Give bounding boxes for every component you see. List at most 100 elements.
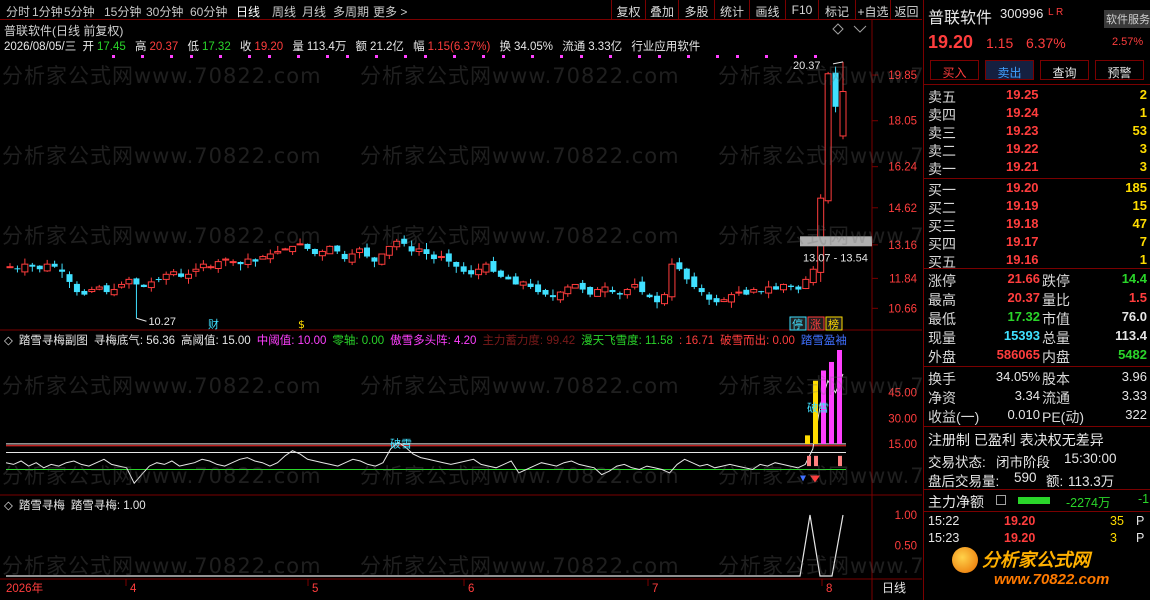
candle-body: [490, 261, 497, 272]
fin-value: 3.33: [1121, 388, 1147, 403]
separator: [924, 511, 1150, 512]
candle-body: [676, 262, 683, 270]
candle-body: [170, 271, 178, 276]
ind1-bar: [805, 435, 810, 444]
toolbar-button[interactable]: 复权: [611, 0, 645, 20]
candle-body: [706, 294, 713, 300]
indicator2-collapse-icon[interactable]: ◇: [4, 500, 13, 512]
signal-dot: [170, 55, 173, 58]
separator: [924, 426, 1150, 427]
timeframe-tab[interactable]: 1分钟: [32, 3, 63, 20]
candle-body: [147, 281, 155, 289]
candle-body: [185, 273, 192, 279]
book-label: 卖二: [928, 143, 956, 159]
candle-body: [364, 247, 370, 257]
candle-body: [691, 276, 698, 287]
candle-body: [713, 298, 720, 303]
toolbar-button[interactable]: +自选: [855, 0, 890, 20]
indicator1-item: 中阈值: 10.00: [256, 335, 327, 347]
x-tick-label: 7: [652, 583, 658, 595]
toolbar-button[interactable]: 叠加: [645, 0, 678, 20]
indicator1-item: 破雪而出: 0.00: [720, 335, 795, 347]
indicator1-item: 高阈值: 15.00: [181, 335, 251, 347]
candle-body: [385, 245, 393, 256]
sector-tag[interactable]: 软件服务: [1104, 10, 1150, 28]
timeframe-tab[interactable]: 月线: [302, 3, 326, 20]
candle-body: [103, 285, 110, 293]
candle-body: [720, 299, 728, 303]
candle-body: [356, 248, 364, 253]
timeframe-tab[interactable]: 日线: [236, 3, 260, 20]
indicator2-name: 踏雪寻梅: [18, 500, 65, 512]
event-badge-label: 榜: [828, 317, 839, 331]
candle-body: [743, 289, 750, 295]
candle-body: [497, 270, 504, 277]
indicator1-collapse-icon[interactable]: ◇: [4, 335, 13, 347]
x-tick-label: 5: [312, 583, 318, 595]
candle-body: [482, 263, 490, 273]
fin-value: 3.96: [1121, 369, 1147, 384]
stat-label: 总量: [1042, 330, 1070, 346]
amt-value: 21.2亿: [370, 41, 404, 53]
timeframe-tab[interactable]: 30分钟: [146, 3, 183, 20]
signal-dot: [814, 55, 817, 58]
separator: [924, 366, 1150, 367]
candle-body: [334, 245, 341, 252]
ind1-pillar: [814, 455, 818, 467]
event-badge-label: 停: [792, 317, 803, 331]
book-label: 买一: [928, 182, 956, 198]
separator: [924, 178, 1150, 179]
candle-body: [556, 291, 564, 301]
mainflow-detail-icon[interactable]: [996, 495, 1006, 505]
candle-body: [110, 289, 118, 296]
stat-value: 1.5: [1128, 290, 1147, 305]
toolbar-button[interactable]: 统计: [714, 0, 749, 20]
range-box: [800, 236, 872, 247]
candle-body: [780, 283, 787, 291]
timeframe-tab[interactable]: 更多 >: [373, 3, 407, 20]
toolbar-button[interactable]: 画线: [749, 0, 785, 20]
price-tick-label: 16.24: [888, 162, 917, 174]
pane-menu-icon[interactable]: [853, 25, 867, 33]
timeframe-tab[interactable]: 15分钟: [104, 3, 141, 20]
toolbar-button[interactable]: F10: [785, 0, 818, 20]
indicator1-item: 零轴: 0.00: [332, 335, 385, 347]
indicator1-name: 踏雪寻梅副图: [18, 335, 88, 347]
industry-value: 行业应用软件: [631, 41, 701, 53]
timeframe-tab[interactable]: 多周期: [333, 3, 369, 20]
signal-dot: [112, 55, 115, 58]
trade-button[interactable]: 预警: [1095, 60, 1144, 80]
candle-body: [839, 91, 847, 137]
candle-body: [341, 253, 348, 260]
candle-body: [415, 248, 423, 252]
signal-dot: [482, 55, 485, 58]
toolbar-button[interactable]: 标记: [818, 0, 855, 20]
brand-logo: 分析家公式网 www.70822.com: [952, 543, 1150, 597]
trade-button[interactable]: 买入: [930, 60, 979, 80]
book-label: 卖三: [928, 125, 956, 141]
fin-row: 换手 34.05% 股本 3.96: [924, 369, 1150, 387]
book-volume: 2: [1139, 87, 1147, 102]
break-snow-annotation: 破雪: [390, 437, 412, 451]
toolbar-button[interactable]: 多股: [678, 0, 714, 20]
timeframe-tab[interactable]: 分时: [6, 3, 30, 20]
toolbar-button[interactable]: 返回: [890, 0, 922, 20]
trade-button[interactable]: 卖出: [985, 60, 1034, 80]
signal-diamond: [800, 475, 806, 482]
trade-button[interactable]: 查询: [1040, 60, 1089, 80]
stat-value: 17.32: [1007, 309, 1040, 324]
brand-name: 分析家公式网: [982, 550, 1090, 571]
trade-time: 15:30:00: [1064, 451, 1117, 466]
ind2-line: [6, 514, 844, 577]
open-label: 开: [82, 41, 94, 53]
book-volume: 7: [1139, 234, 1147, 249]
pane-collapse-icon[interactable]: [832, 23, 844, 35]
separator: [924, 268, 1150, 269]
separator: [924, 489, 1150, 490]
book-row: 买一 19.20 185: [924, 180, 1150, 198]
candle-body: [95, 286, 103, 290]
candle-body: [698, 288, 705, 293]
timeframe-tab[interactable]: 周线: [272, 3, 296, 20]
timeframe-tab[interactable]: 60分钟: [190, 3, 227, 20]
timeframe-tab[interactable]: 5分钟: [64, 3, 95, 20]
